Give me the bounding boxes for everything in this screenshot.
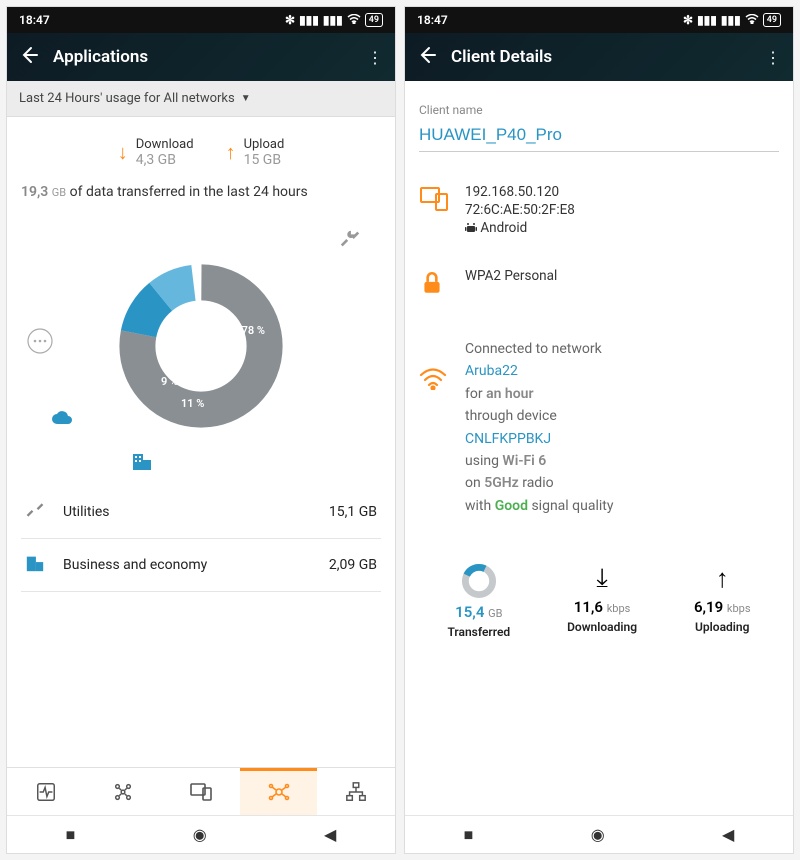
device-mac: 72:6C:AE:50:2F:E8 <box>465 202 575 218</box>
back-button[interactable] <box>417 45 437 69</box>
building-icon <box>131 450 153 476</box>
traffic-stats: 15,4 GB Transferred ⤓ 11,6 kbps Download… <box>419 563 779 639</box>
battery-indicator: 49 <box>365 13 383 27</box>
tools-icon <box>25 500 49 524</box>
device-info-block: 192.168.50.120 72:6C:AE:50:2F:E8 Android <box>419 184 779 236</box>
back-nav-button[interactable]: ◀ <box>324 825 336 844</box>
system-nav-bar: ■ ◉ ◀ <box>7 815 395 853</box>
home-button[interactable]: ◉ <box>591 825 605 844</box>
back-button[interactable] <box>19 45 39 69</box>
main-content: ↓ Download 4,3 GB ↑ Upload 15 GB 19,3 GB… <box>7 117 395 767</box>
download-value: 4,3 GB <box>136 152 194 168</box>
upload-stat: ↑ Upload 15 GB <box>226 137 285 168</box>
battery-indicator: 49 <box>763 13 781 27</box>
wifi-signal-icon <box>419 368 449 394</box>
cloud-icon <box>51 410 73 430</box>
security-block: WPA2 Personal <box>419 268 779 300</box>
status-bar: 18:47 ✻ ▮▮▮ ▮▮▮ 49 <box>7 7 395 33</box>
bluetooth-icon: ✻ <box>285 13 295 27</box>
download-arrow-icon: ↓ <box>118 140 128 165</box>
stat-downloading: ⤓ 11,6 kbps Downloading <box>567 563 637 639</box>
network-name-link[interactable]: Aruba22 <box>465 363 518 379</box>
signal-icon-2: ▮▮▮ <box>323 13 343 27</box>
list-item[interactable]: Business and economy 2,09 GB <box>21 539 381 592</box>
bluetooth-icon: ✻ <box>683 13 693 27</box>
page-title: Applications <box>53 47 353 67</box>
donut-pct-other: 9 % <box>161 375 178 388</box>
home-button[interactable]: ◉ <box>193 825 207 844</box>
upload-label: Upload <box>244 137 285 152</box>
recent-apps-button[interactable]: ■ <box>464 825 474 845</box>
upload-value: 15 GB <box>244 152 285 168</box>
tab-health[interactable] <box>7 768 85 815</box>
status-indicators: ✻ ▮▮▮ ▮▮▮ 49 <box>285 13 383 27</box>
tab-applications[interactable] <box>240 768 318 815</box>
time-filter-dropdown[interactable]: Last 24 Hours' usage for All networks ▼ <box>7 81 395 117</box>
status-time: 18:47 <box>19 13 50 27</box>
signal-icon-2: ▮▮▮ <box>721 13 741 27</box>
bottom-tab-bar <box>7 767 395 815</box>
security-value: WPA2 Personal <box>465 268 557 284</box>
stat-transferred: 15,4 GB Transferred <box>447 563 510 639</box>
donut-svg: 78 % 11 % 9 % <box>117 262 285 434</box>
total-transferred-text: 19,3 GB of data transferred in the last … <box>21 184 381 200</box>
more-icon[interactable] <box>27 328 53 358</box>
tab-clients[interactable] <box>85 768 163 815</box>
app-value: 2,09 GB <box>329 557 377 573</box>
donut-pct-utilities: 78 % <box>242 324 265 337</box>
upload-icon: ↑ <box>716 563 729 594</box>
main-content: Client name 192.168.50.120 72:6C:AE:50:2… <box>405 81 793 815</box>
app-name: Utilities <box>63 504 315 520</box>
download-label: Download <box>136 137 194 152</box>
status-indicators: ✻ ▮▮▮ ▮▮▮ 49 <box>683 13 781 27</box>
overflow-menu-button[interactable]: ⋮ <box>765 48 781 67</box>
app-bar: Client Details ⋮ <box>405 33 793 81</box>
status-bar: 18:47 ✻ ▮▮▮ ▮▮▮ 49 <box>405 7 793 33</box>
download-upload-summary: ↓ Download 4,3 GB ↑ Upload 15 GB <box>21 137 381 168</box>
list-item[interactable]: Utilities 15,1 GB <box>21 486 381 539</box>
chevron-down-icon: ▼ <box>241 93 251 104</box>
tools-icon <box>339 228 361 254</box>
usage-donut-chart: 78 % 11 % 9 % <box>21 218 381 478</box>
page-title: Client Details <box>451 47 751 67</box>
system-nav-bar: ■ ◉ ◀ <box>405 815 793 853</box>
connection-text: Connected to network Aruba22 for an hour… <box>465 338 613 517</box>
devices-icon <box>419 186 449 216</box>
tab-topology[interactable] <box>317 768 395 815</box>
applications-screen: 18:47 ✻ ▮▮▮ ▮▮▮ 49 Applications ⋮ Last 2… <box>6 6 396 854</box>
building-icon <box>25 553 49 577</box>
app-usage-list: Utilities 15,1 GB Business and economy 2… <box>21 486 381 592</box>
wifi-icon <box>347 13 361 27</box>
client-name-label: Client name <box>419 103 779 117</box>
device-os: Android <box>465 220 575 236</box>
upload-arrow-icon: ↑ <box>226 140 236 165</box>
signal-icon: ▮▮▮ <box>299 13 319 27</box>
filter-label: Last 24 Hours' usage for All networks <box>19 91 235 106</box>
app-bar: Applications ⋮ <box>7 33 395 81</box>
app-name: Business and economy <box>63 557 315 573</box>
connection-block: Connected to network Aruba22 for an hour… <box>419 338 779 517</box>
device-name-link[interactable]: CNLFKPPBKJ <box>465 431 551 447</box>
tab-devices[interactable] <box>162 768 240 815</box>
mini-donut-icon <box>461 563 497 599</box>
wifi-icon <box>745 13 759 27</box>
recent-apps-button[interactable]: ■ <box>66 825 76 845</box>
device-ip: 192.168.50.120 <box>465 184 575 200</box>
signal-icon: ▮▮▮ <box>697 13 717 27</box>
status-time: 18:47 <box>417 13 448 27</box>
download-icon: ⤓ <box>596 563 608 594</box>
overflow-menu-button[interactable]: ⋮ <box>367 48 383 67</box>
stat-uploading: ↑ 6,19 kbps Uploading <box>694 563 751 639</box>
app-value: 15,1 GB <box>329 504 377 520</box>
download-stat: ↓ Download 4,3 GB <box>118 137 194 168</box>
client-name-input[interactable] <box>419 121 779 152</box>
client-details-screen: 18:47 ✻ ▮▮▮ ▮▮▮ 49 Client Details ⋮ Clie… <box>404 6 794 854</box>
lock-icon <box>419 270 449 300</box>
donut-pct-business: 11 % <box>181 397 204 410</box>
back-nav-button[interactable]: ◀ <box>722 825 734 844</box>
